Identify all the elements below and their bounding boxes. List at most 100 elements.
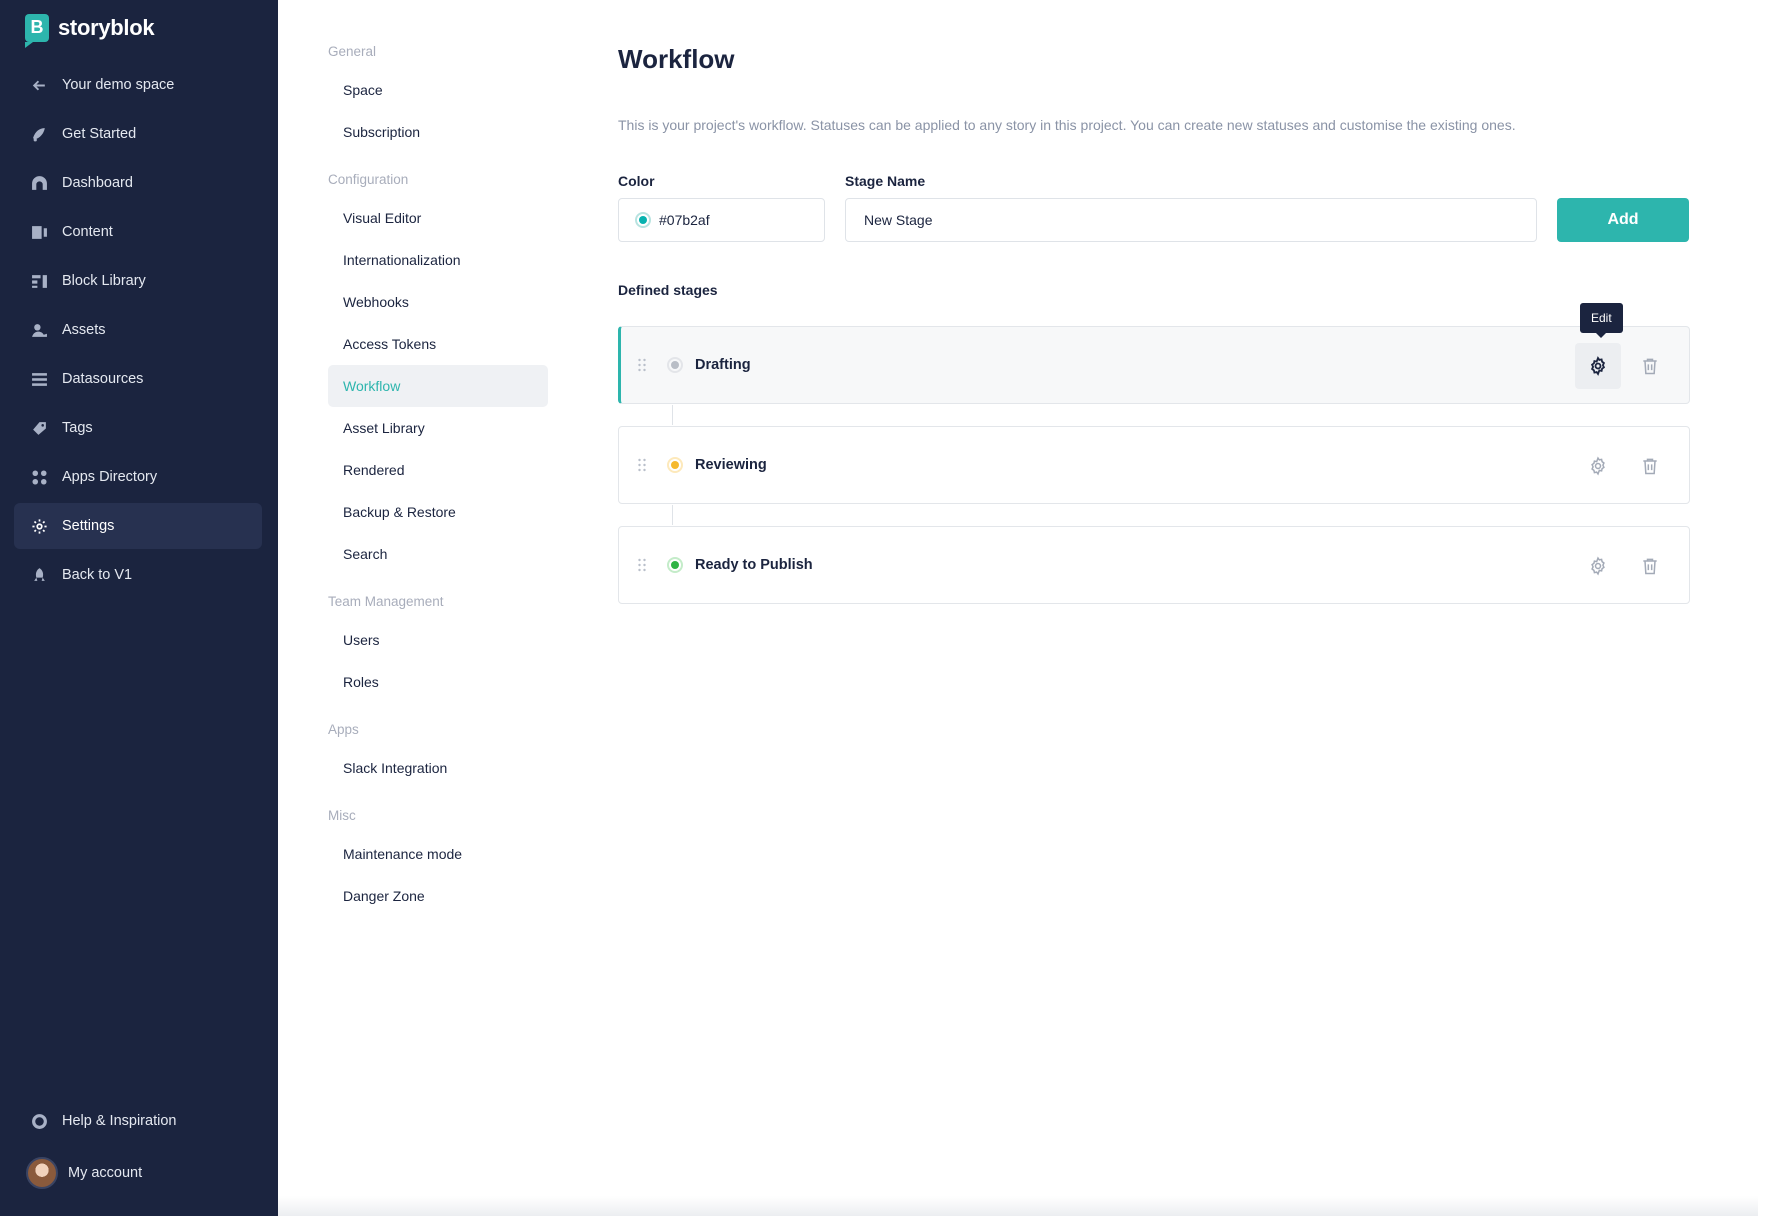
submenu-item-rendered[interactable]: Rendered — [328, 449, 548, 491]
submenu-item-users[interactable]: Users — [328, 619, 548, 661]
gear-icon — [1590, 356, 1606, 376]
sidebar-item-label: Content — [62, 224, 113, 240]
stage-name: Reviewing — [695, 457, 767, 473]
dashboard-icon — [30, 174, 48, 192]
main-sidebar: B storyblok Your demo space Get Started … — [0, 0, 278, 1216]
sidebar-item-label: Apps Directory — [62, 469, 158, 485]
arrow-left-icon — [30, 76, 48, 94]
submenu-item-workflow[interactable]: Workflow — [328, 365, 548, 407]
trash-icon — [1643, 458, 1657, 475]
color-value: #07b2af — [659, 212, 710, 228]
rocket-icon — [30, 566, 48, 584]
gear-icon — [30, 517, 48, 535]
stage-color-dot — [667, 357, 683, 373]
submenu-heading-general: General — [328, 44, 377, 59]
stage-name: Drafting — [695, 357, 751, 373]
sidebar-item-back-to-v1[interactable]: Back to V1 — [14, 552, 262, 598]
sidebar-item-label: Get Started — [62, 126, 137, 142]
stage-row-ready-to-publish[interactable]: Ready to Publish — [618, 526, 1690, 604]
stage-connector — [672, 405, 673, 425]
sidebar-item-assets[interactable]: Assets — [14, 307, 262, 353]
submenu-heading-team-management: Team Management — [328, 594, 444, 609]
stage-row-reviewing[interactable]: Reviewing — [618, 426, 1690, 504]
stage-row-drafting[interactable]: Drafting — [618, 326, 1690, 404]
submenu-item-access-tokens[interactable]: Access Tokens — [328, 323, 548, 365]
my-account-link[interactable]: My account — [14, 1150, 262, 1196]
stage-name-input[interactable] — [845, 198, 1537, 242]
gear-icon — [1591, 456, 1605, 476]
avatar — [26, 1157, 58, 1189]
stage-color-dot — [667, 557, 683, 573]
sidebar-item-label: Block Library — [62, 273, 146, 289]
apps-icon — [30, 468, 48, 486]
assets-icon — [30, 321, 48, 339]
bottom-edge-shadow — [278, 1196, 1758, 1216]
submenu-item-search[interactable]: Search — [328, 533, 548, 575]
drag-handle-icon[interactable] — [637, 558, 647, 572]
sidebar-item-label: Dashboard — [62, 175, 133, 191]
lifebuoy-icon — [30, 1112, 48, 1130]
edit-tooltip: Edit — [1580, 303, 1623, 338]
color-swatch[interactable] — [635, 212, 651, 228]
drag-handle-icon[interactable] — [637, 458, 647, 472]
stage-name-label: Stage Name — [845, 173, 926, 189]
sidebar-item-dashboard[interactable]: Dashboard — [14, 160, 262, 206]
color-picker-input[interactable]: #07b2af — [618, 198, 825, 242]
stage-actions — [1575, 543, 1673, 589]
stage-actions — [1575, 443, 1673, 489]
submenu-item-roles[interactable]: Roles — [328, 661, 548, 703]
sidebar-item-settings[interactable]: Settings — [14, 503, 262, 549]
drag-handle-icon[interactable] — [637, 358, 647, 372]
help-inspiration-link[interactable]: Help & Inspiration — [14, 1098, 262, 1144]
sidebar-item-label: Back to V1 — [62, 567, 133, 583]
submenu-heading-configuration: Configuration — [328, 172, 409, 187]
delete-stage-button[interactable] — [1627, 443, 1673, 489]
sidebar-item-label: Settings — [62, 518, 115, 534]
sidebar-item-label: Tags — [62, 420, 93, 436]
edit-stage-button[interactable] — [1575, 543, 1621, 589]
trash-icon — [1643, 358, 1657, 375]
brand[interactable]: B storyblok — [25, 14, 155, 48]
submenu-item-danger-zone[interactable]: Danger Zone — [328, 875, 548, 917]
sidebar-item-get-started[interactable]: Get Started — [14, 111, 262, 157]
stage-name: Ready to Publish — [695, 557, 813, 573]
submenu-item-asset-library[interactable]: Asset Library — [328, 407, 548, 449]
trash-icon — [1643, 558, 1657, 575]
stage-actions — [1575, 343, 1673, 389]
sidebar-item-content[interactable]: Content — [14, 209, 262, 255]
stage-color-dot — [667, 457, 683, 473]
submenu-item-space[interactable]: Space — [328, 69, 548, 111]
page-description: This is your project's workflow. Statuse… — [618, 117, 1516, 133]
delete-stage-button[interactable] — [1627, 343, 1673, 389]
my-account-label: My account — [68, 1165, 143, 1181]
submenu-item-backup-restore[interactable]: Backup & Restore — [328, 491, 548, 533]
content-icon — [30, 223, 48, 241]
sidebar-item-apps-directory[interactable]: Apps Directory — [14, 454, 262, 500]
page-title: Workflow — [618, 44, 735, 74]
submenu-item-internationalization[interactable]: Internationalization — [328, 239, 548, 281]
edit-stage-button[interactable] — [1575, 443, 1621, 489]
datasources-icon — [30, 370, 48, 388]
submenu-item-maintenance-mode[interactable]: Maintenance mode — [328, 833, 548, 875]
sidebar-item-tags[interactable]: Tags — [14, 405, 262, 451]
add-stage-button[interactable]: Add — [1557, 198, 1689, 242]
back-to-space-link[interactable]: Your demo space — [14, 62, 262, 108]
defined-stages-heading: Defined stages — [618, 282, 718, 298]
sidebar-item-datasources[interactable]: Datasources — [14, 356, 262, 402]
delete-stage-button[interactable] — [1627, 543, 1673, 589]
tags-icon — [30, 419, 48, 437]
submenu-item-subscription[interactable]: Subscription — [328, 111, 548, 153]
submenu-item-visual-editor[interactable]: Visual Editor — [328, 197, 548, 239]
stage-connector — [672, 505, 673, 525]
edit-stage-button[interactable] — [1575, 343, 1621, 389]
sidebar-item-block-library[interactable]: Block Library — [14, 258, 262, 304]
help-label: Help & Inspiration — [62, 1113, 177, 1129]
back-to-space-label: Your demo space — [62, 77, 175, 93]
get-started-icon — [30, 125, 48, 143]
submenu-heading-apps: Apps — [328, 722, 359, 737]
storyblok-logo-icon: B — [25, 14, 49, 48]
submenu-item-slack-integration[interactable]: Slack Integration — [328, 747, 548, 789]
gear-icon — [1591, 556, 1605, 576]
submenu-heading-misc: Misc — [328, 808, 356, 823]
submenu-item-webhooks[interactable]: Webhooks — [328, 281, 548, 323]
